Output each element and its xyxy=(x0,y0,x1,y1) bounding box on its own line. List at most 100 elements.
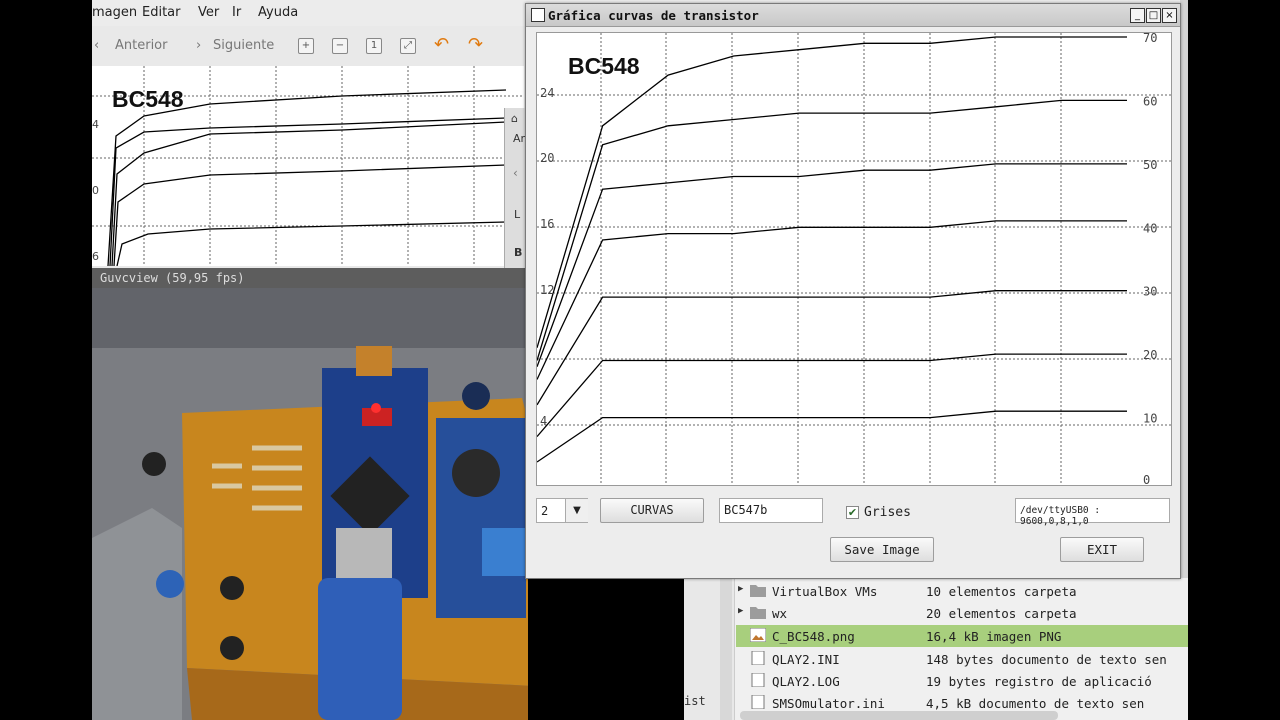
file-desc: 16,4 kB imagen PNG xyxy=(926,629,1062,644)
curve-series-6 xyxy=(537,99,1127,361)
viewer-graph-title: BC548 xyxy=(112,86,184,112)
side-home-icon[interactable]: ⌂ xyxy=(511,112,518,125)
screen-border xyxy=(1188,0,1280,720)
text-file-icon xyxy=(751,673,765,687)
right-y-tick: 20 xyxy=(1143,348,1157,362)
curve-series-5 xyxy=(537,163,1127,368)
webcam-title: Guvcview (59,95 fps) xyxy=(92,268,528,288)
webcam-photo xyxy=(92,288,528,720)
left-y-tick: 4 xyxy=(540,414,548,428)
left-y-tick: 16 xyxy=(540,217,555,231)
right-y-tick: 70 xyxy=(1143,33,1157,45)
back-arrow-icon[interactable]: ‹ xyxy=(94,38,99,53)
exit-button[interactable]: EXIT xyxy=(1060,537,1144,562)
curves-count-value: 2 xyxy=(541,504,549,518)
curve-series-1 xyxy=(537,410,1127,463)
transistor-curves-dialog: Gráfica curvas de transistor _ □ × 70 60 5… xyxy=(525,3,1181,579)
file-name: QLAY2.LOG xyxy=(772,674,840,689)
text-file-icon xyxy=(751,695,765,709)
grises-label: Grises xyxy=(864,505,911,520)
menu-ver[interactable]: Ver xyxy=(198,5,219,20)
plot-title: BC548 xyxy=(568,53,640,79)
previous-button[interactable]: Anterior xyxy=(115,38,167,53)
serial-port-field[interactable]: /dev/ttyUSB0 : 9600,0,8,1,0 xyxy=(1015,498,1170,527)
curve-series-7 xyxy=(537,36,1127,348)
right-y-tick: 30 xyxy=(1143,285,1157,299)
menu-ayuda[interactable]: Ayuda xyxy=(258,5,298,20)
curve-series-4 xyxy=(537,220,1127,380)
save-image-button[interactable]: Save Image xyxy=(830,537,934,562)
right-y-tick: 40 xyxy=(1143,221,1157,235)
file-name: wx xyxy=(772,606,788,621)
zoom-normal-icon[interactable]: 1 xyxy=(366,38,382,54)
file-name: VirtualBox VMs xyxy=(772,584,878,599)
curves-plot: 70 60 50 40 30 20 10 0 BC548 24 20 16 12 4 xyxy=(536,32,1172,486)
viewer-side-panel: ⌂ Ar ‹ L B xyxy=(504,108,527,268)
file-name: QLAY2.INI xyxy=(772,652,840,667)
file-desc: 148 bytes documento de texto sen xyxy=(926,652,1167,667)
file-desc: 20 elementos carpeta xyxy=(926,606,1077,621)
right-y-tick: 60 xyxy=(1143,94,1157,108)
dropdown-arrow-icon[interactable]: ▼ xyxy=(565,499,588,522)
file-name: SMSOmulator.ini xyxy=(772,696,885,711)
file-manager-vscroll[interactable] xyxy=(720,578,732,720)
text-file-icon xyxy=(751,651,765,665)
rotate-right-icon[interactable]: ↷ xyxy=(468,34,483,55)
file-desc: 10 elementos carpeta xyxy=(926,584,1077,599)
right-y-tick: 50 xyxy=(1143,158,1157,172)
file-manager-hscroll[interactable] xyxy=(740,711,1058,720)
viewer-y-tick: 6 xyxy=(92,250,99,263)
curve-series-3 xyxy=(537,290,1127,406)
viewer-y-tick: 0 xyxy=(92,184,99,197)
menu-ir[interactable]: Ir xyxy=(232,5,241,20)
curvas-button[interactable]: CURVAS xyxy=(600,498,704,523)
expand-arrow-icon[interactable]: ▶ xyxy=(738,606,743,616)
right-y-tick: 0 xyxy=(1143,473,1150,485)
folder-icon xyxy=(750,607,766,619)
folder-icon xyxy=(750,585,766,597)
file-desc: 19 bytes registro de aplicació xyxy=(926,674,1152,689)
file-desc: 4,5 kB documento de texto sen xyxy=(926,696,1145,711)
zoom-in-icon[interactable]: + xyxy=(298,38,314,54)
next-button[interactable]: Siguiente xyxy=(213,38,274,53)
dialog-title: Gráfica curvas de transistor xyxy=(548,8,759,23)
maximize-icon[interactable]: □ xyxy=(1146,8,1161,23)
rotate-left-icon[interactable]: ↶ xyxy=(434,34,449,55)
viewer-toolbar: ‹ Anterior › Siguiente + − 1 ⤢ ↶ ↷ xyxy=(92,30,542,60)
viewer-y-tick: 4 xyxy=(92,118,99,131)
right-y-tick: 10 xyxy=(1143,412,1157,426)
image-file-icon xyxy=(750,628,766,642)
side-label: L xyxy=(514,208,521,221)
close-icon[interactable]: × xyxy=(1162,8,1177,23)
zoom-fit-icon[interactable]: ⤢ xyxy=(400,38,416,54)
file-row[interactable]: ▶ VirtualBox VMs 10 elementos carpeta xyxy=(736,580,1188,602)
side-label: Ar xyxy=(513,132,526,145)
expand-arrow-icon[interactable]: ▶ xyxy=(738,584,743,594)
curves-plot-svg: 70 60 50 40 30 20 10 0 xyxy=(537,33,1171,485)
side-label: B xyxy=(514,246,523,259)
sidebar-fragment: ist xyxy=(684,694,706,708)
file-name: C_BC548.png xyxy=(772,629,855,644)
forward-arrow-icon[interactable]: › xyxy=(196,38,201,53)
file-row-selected[interactable]: C_BC548.png 16,4 kB imagen PNG xyxy=(736,625,1188,647)
file-row[interactable]: ▶ wx 20 elementos carpeta xyxy=(736,602,1188,624)
side-chevron-icon[interactable]: ‹ xyxy=(513,166,518,180)
left-y-tick: 12 xyxy=(540,283,555,297)
left-y-tick: 20 xyxy=(540,151,555,165)
curve-series-2 xyxy=(537,353,1127,438)
file-row[interactable]: QLAY2.LOG 19 bytes registro de aplicació xyxy=(736,670,1188,692)
file-row[interactable]: QLAY2.INI 148 bytes documento de texto s… xyxy=(736,648,1188,670)
webcam-window: Guvcview (59,95 fps) xyxy=(92,268,528,720)
menu-imagen[interactable]: magen xyxy=(92,5,137,20)
minimize-icon[interactable]: _ xyxy=(1130,8,1145,23)
background-window-edge xyxy=(1180,0,1188,578)
transistor-name-input[interactable]: BC547b xyxy=(719,498,823,523)
window-icon xyxy=(531,8,545,22)
grises-checkbox[interactable]: ✔ xyxy=(846,506,859,519)
curves-count-select[interactable]: 2 ▼ xyxy=(536,498,588,523)
viewer-graph-image: BC548 4 0 6 xyxy=(92,66,524,266)
menu-editar[interactable]: Editar xyxy=(142,5,181,20)
left-y-tick: 24 xyxy=(540,86,555,100)
dialog-titlebar[interactable]: Gráfica curvas de transistor _ □ × xyxy=(526,4,1180,27)
zoom-out-icon[interactable]: − xyxy=(332,38,348,54)
